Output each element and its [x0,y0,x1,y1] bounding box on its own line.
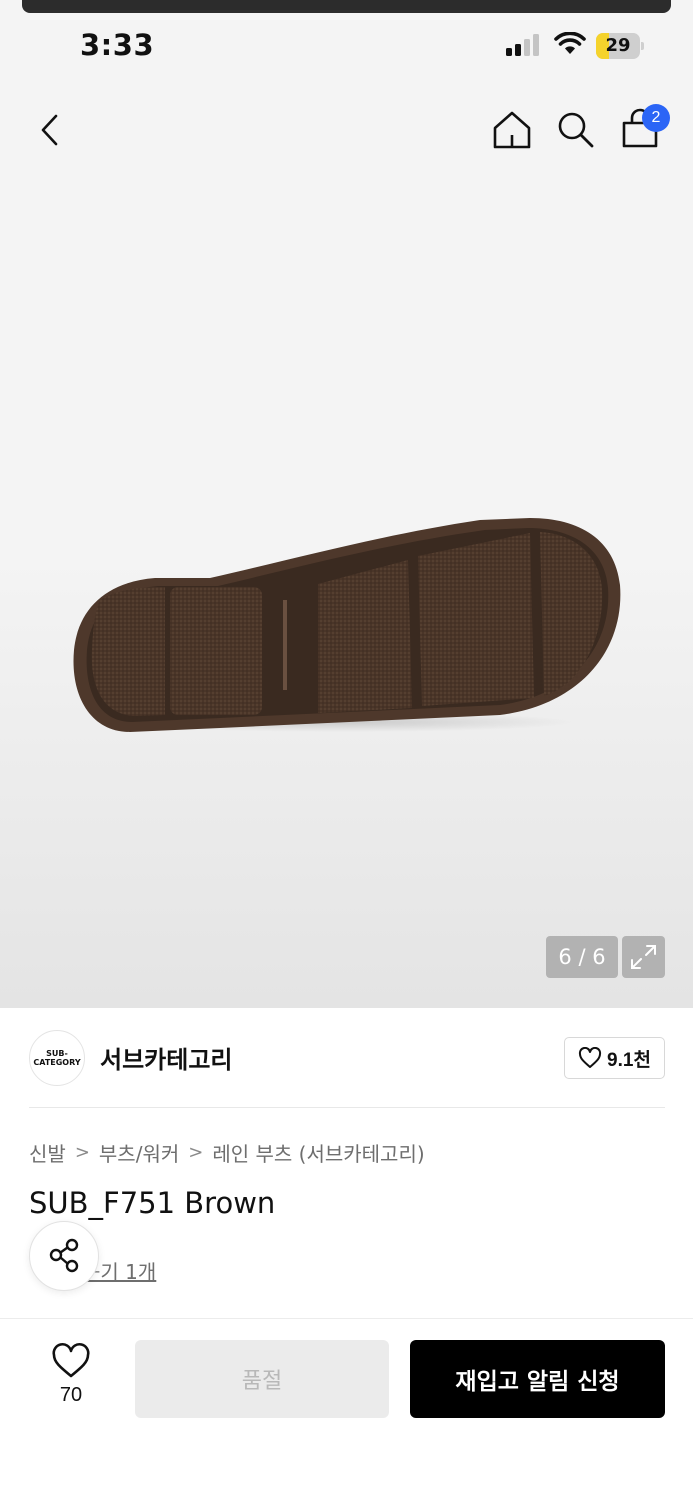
brand-name[interactable]: 서브카테고리 [100,1040,232,1075]
expand-image-button[interactable] [622,936,665,978]
soldout-button: 품절 [135,1340,389,1418]
product-like-button[interactable]: 70 [40,1340,102,1416]
divider [29,1107,665,1108]
expand-icon [631,945,656,969]
cellular-signal-icon [506,34,542,60]
brand-logo[interactable]: SUB- CATEGORY [29,1030,85,1086]
cart-count-badge: 2 [642,104,670,132]
breadcrumb-item-rain-boots[interactable]: 레인 부츠 (서브카테고리) [212,1138,424,1167]
brand-like-count: 9.1천 [607,1049,651,1071]
product-like-count: 70 [59,1384,83,1406]
product-title: SUB_F751 Brown [29,1186,276,1220]
breadcrumb-item-shoes[interactable]: 신발 [29,1138,66,1167]
restock-alert-button[interactable]: 재입고 알림 신청 [410,1340,665,1418]
battery-icon: 29 [596,33,644,59]
brand-like-button[interactable]: 9.1천 [564,1037,665,1079]
battery-level-text: 29 [605,35,631,56]
product-gallery[interactable]: 3:33 29 2 6 / 6 [0,0,693,1008]
brand-logo-line2: CATEGORY [33,1058,81,1067]
cart-button[interactable]: 2 [618,104,670,152]
home-icon [493,111,531,149]
share-button[interactable] [29,1221,99,1291]
chevron-left-icon [41,114,58,146]
heart-icon [579,1047,602,1068]
product-image [73,518,621,732]
brand-logo-line1: SUB- [46,1049,68,1058]
product-page: 3:33 29 2 6 / 6 SUB- CATEGORY 서브카테고리 9.1… [0,0,693,1500]
home-button[interactable] [490,108,534,152]
image-counter: 6 / 6 [546,936,618,978]
search-button[interactable] [554,108,598,152]
back-button[interactable] [30,108,70,152]
heart-icon [52,1342,90,1378]
status-time: 3:33 [80,28,155,62]
breadcrumb-separator: > [74,1141,90,1163]
share-icon [49,1238,79,1273]
breadcrumb-item-boots[interactable]: 부츠/워커 [99,1138,179,1167]
wifi-icon [554,31,586,60]
search-icon [558,112,594,148]
breadcrumb: 신발 > 부츠/워커 > 레인 부츠 (서브카테고리) [29,1138,425,1166]
device-top-bar [22,0,671,13]
divider [0,1318,693,1319]
breadcrumb-separator: > [188,1141,204,1163]
